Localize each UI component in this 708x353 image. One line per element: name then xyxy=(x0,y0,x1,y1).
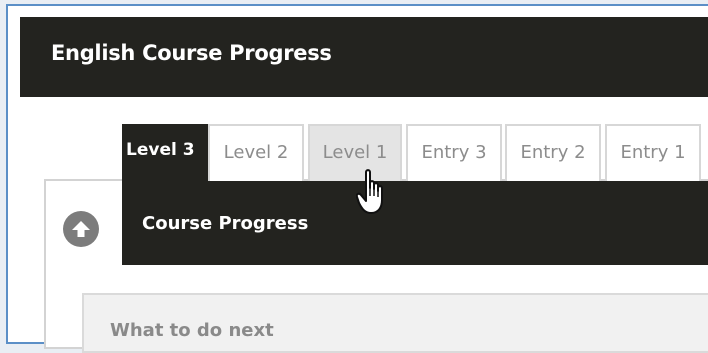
tab-entry-2[interactable]: Entry 2 xyxy=(505,124,601,181)
next-steps-box: What to do next xyxy=(82,293,708,353)
tab-level-2[interactable]: Level 2 xyxy=(208,124,304,181)
tab-entry-3[interactable]: Entry 3 xyxy=(406,124,502,181)
course-progress-panel: Course Progress xyxy=(122,181,708,265)
tab-entry-1[interactable]: Entry 1 xyxy=(605,124,701,181)
course-header: English Course Progress xyxy=(20,17,708,97)
scroll-up-button[interactable] xyxy=(63,211,99,247)
page-title: English Course Progress xyxy=(51,41,332,65)
panel-title: Course Progress xyxy=(142,213,309,234)
next-steps-label: What to do next xyxy=(110,320,274,341)
arrow-up-circle-icon xyxy=(72,221,90,237)
tab-level-3[interactable]: Level 3 xyxy=(122,124,208,185)
tab-level-1[interactable]: Level 1 xyxy=(308,124,402,181)
